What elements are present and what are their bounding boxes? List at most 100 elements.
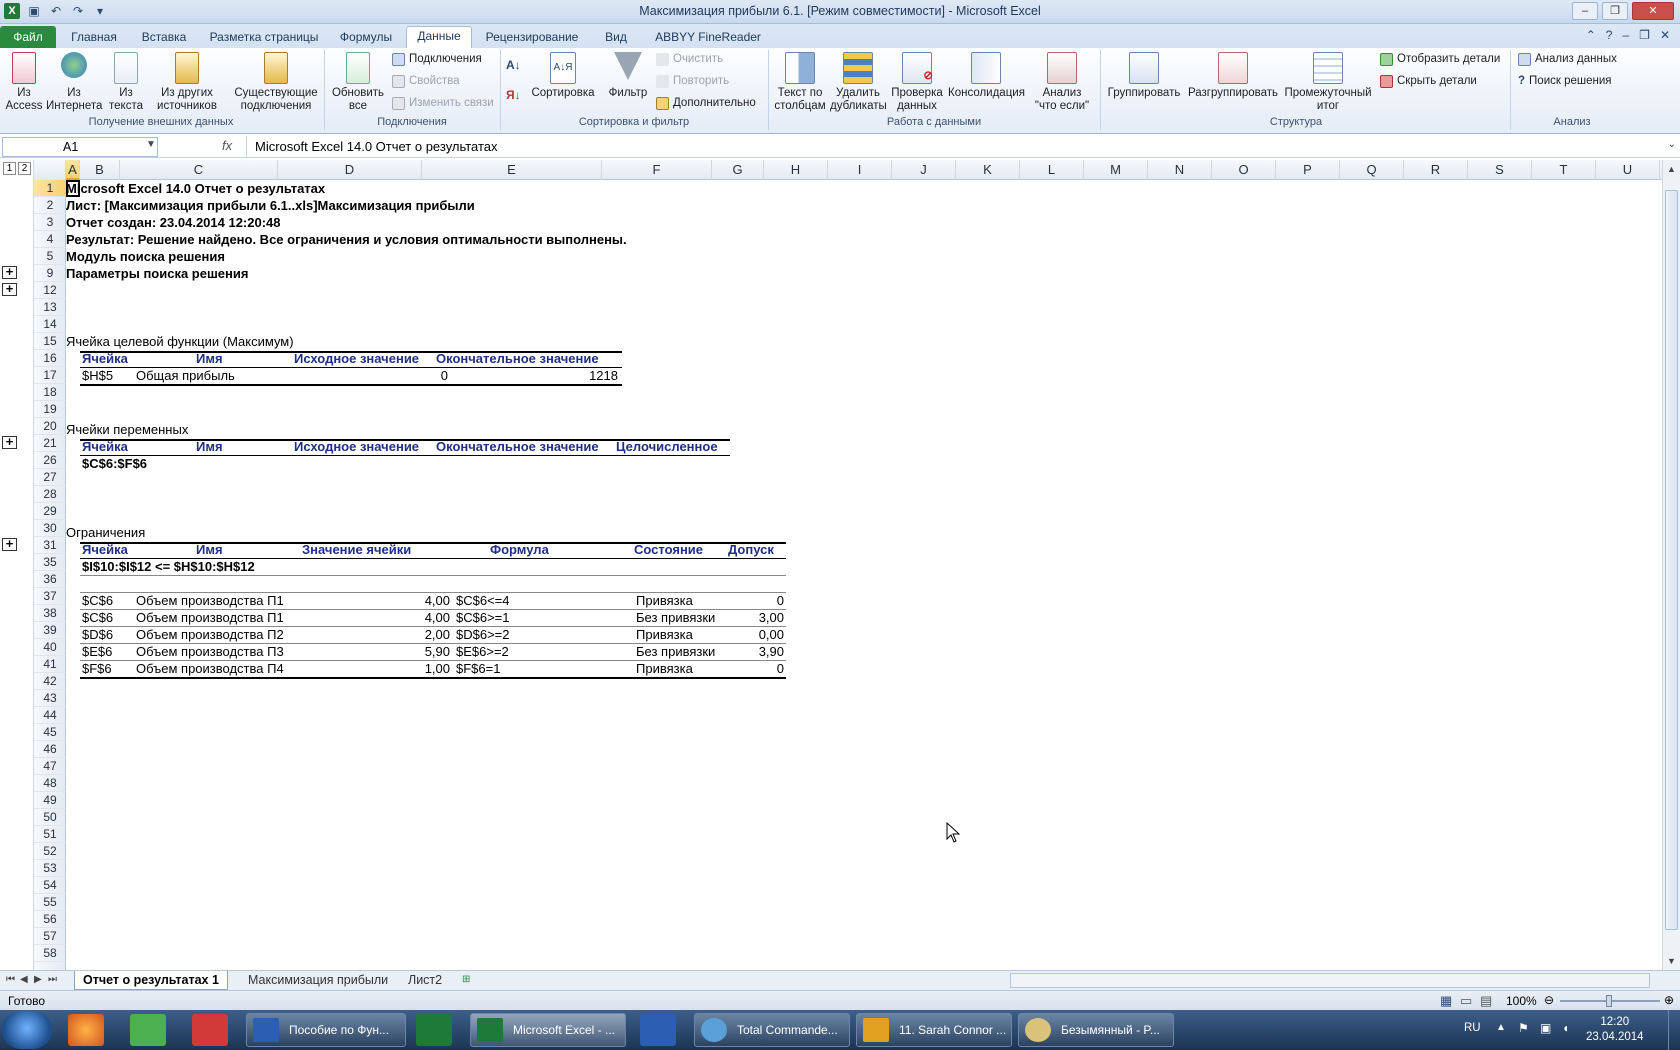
row-header[interactable]: 28: [34, 486, 66, 503]
expand-group-plus-icon[interactable]: +: [2, 282, 17, 296]
row-header[interactable]: 37: [34, 588, 66, 605]
outline-level-2-button[interactable]: 2: [18, 162, 31, 175]
solver-button[interactable]: ? Поиск решения: [1518, 72, 1612, 90]
column-header[interactable]: K: [956, 160, 1020, 180]
column-header[interactable]: D: [278, 160, 422, 180]
start-button-icon[interactable]: [2, 1011, 52, 1049]
scroll-down-icon[interactable]: ▼: [1667, 956, 1676, 966]
sort-az-button[interactable]: А↓: [506, 56, 521, 74]
expand-group-plus-icon[interactable]: +: [2, 265, 17, 279]
column-header[interactable]: O: [1212, 160, 1276, 180]
taskbar-media-player[interactable]: 11. Sarah Connor ...: [856, 1013, 1012, 1047]
prev-sheet-icon[interactable]: ◀: [20, 974, 28, 985]
minimize-ribbon-icon[interactable]: ⌃: [1586, 28, 1596, 42]
advanced-filter-button[interactable]: Дополнительно: [656, 94, 756, 112]
row-header[interactable]: 38: [34, 605, 66, 622]
row-header[interactable]: 31: [34, 537, 66, 554]
row-header[interactable]: 17: [34, 367, 66, 384]
row-header[interactable]: 9: [34, 265, 66, 282]
taskbar-paint[interactable]: Безымянный - P...: [1018, 1013, 1174, 1047]
column-header[interactable]: A: [66, 160, 80, 180]
tray-clock[interactable]: 12:20 23.04.2014: [1586, 1015, 1644, 1045]
taskbar-excel[interactable]: Microsoft Excel - ...: [470, 1013, 626, 1047]
tab-abbyy[interactable]: ABBYY FineReader 11: [648, 28, 768, 63]
tab-review[interactable]: Рецензирование: [480, 28, 584, 48]
row-header[interactable]: 58: [34, 945, 66, 962]
column-header[interactable]: L: [1020, 160, 1084, 180]
ungroup-button[interactable]: Разгруппировать: [1186, 52, 1280, 100]
row-header[interactable]: 40: [34, 639, 66, 656]
what-if-button[interactable]: Анализ "что если": [1028, 52, 1096, 113]
restore-button[interactable]: ❐: [1602, 2, 1628, 20]
column-header[interactable]: F: [602, 160, 712, 180]
page-break-view-icon[interactable]: ▤: [1480, 993, 1492, 1009]
row-header[interactable]: 16: [34, 350, 66, 367]
tab-file[interactable]: Файл: [0, 26, 56, 48]
tab-data[interactable]: Данные: [406, 26, 472, 49]
from-other-sources-button[interactable]: Из других источников: [150, 52, 224, 113]
row-header[interactable]: 56: [34, 911, 66, 928]
row-header[interactable]: 36: [34, 571, 66, 588]
flag-icon[interactable]: ⚑: [1518, 1021, 1529, 1035]
sort-button[interactable]: А↓Я Сортировка: [528, 52, 598, 100]
row-header[interactable]: 35: [34, 554, 66, 571]
row-header[interactable]: 27: [34, 469, 66, 486]
expand-group-plus-icon[interactable]: +: [2, 537, 17, 551]
scroll-up-icon[interactable]: ▲: [1667, 164, 1676, 174]
zoom-in-icon[interactable]: ⊕: [1664, 993, 1674, 1007]
row-header[interactable]: 42: [34, 673, 66, 690]
first-sheet-icon[interactable]: ⏮: [6, 974, 15, 985]
row-header[interactable]: 51: [34, 826, 66, 843]
normal-view-icon[interactable]: ▦: [1440, 993, 1452, 1009]
expand-formula-icon[interactable]: ⌄: [1668, 139, 1676, 150]
network-icon[interactable]: ▣: [1540, 1021, 1551, 1035]
data-validation-button[interactable]: ⊘ Проверка данных: [888, 52, 946, 113]
sheet-tab-maximization[interactable]: Максимизация прибыли: [240, 971, 396, 990]
excel-pinned-icon[interactable]: [416, 1014, 452, 1046]
show-desktop-button[interactable]: [1668, 1010, 1680, 1050]
firefox-icon[interactable]: [68, 1014, 104, 1046]
close-button[interactable]: ✕: [1632, 2, 1674, 20]
row-header[interactable]: 48: [34, 775, 66, 792]
row-header[interactable]: 49: [34, 792, 66, 809]
row-header[interactable]: 21: [34, 435, 66, 452]
zoom-slider-thumb[interactable]: [1606, 995, 1612, 1007]
column-header[interactable]: I: [828, 160, 892, 180]
connections-button[interactable]: Подключения: [392, 50, 482, 68]
row-header[interactable]: 18: [34, 384, 66, 401]
row-header[interactable]: 46: [34, 741, 66, 758]
row-header[interactable]: 3: [34, 214, 66, 231]
row-header[interactable]: 54: [34, 877, 66, 894]
reapply-button[interactable]: Повторить: [656, 72, 729, 90]
row-header[interactable]: 1: [34, 180, 66, 197]
column-header[interactable]: N: [1148, 160, 1212, 180]
column-header[interactable]: S: [1468, 160, 1532, 180]
column-header[interactable]: Q: [1340, 160, 1404, 180]
column-header[interactable]: B: [80, 160, 120, 180]
row-header[interactable]: 55: [34, 894, 66, 911]
horizontal-scrollbar[interactable]: [1010, 973, 1650, 988]
show-detail-button[interactable]: Отобразить детали: [1380, 50, 1500, 68]
row-header[interactable]: 52: [34, 843, 66, 860]
expand-group-plus-icon[interactable]: +: [2, 435, 17, 449]
clear-filter-button[interactable]: Очистить: [656, 50, 723, 68]
row-header[interactable]: 43: [34, 690, 66, 707]
camera-app-icon[interactable]: [192, 1014, 228, 1046]
volume-icon[interactable]: ◖: [1562, 1021, 1569, 1035]
column-header[interactable]: H: [764, 160, 828, 180]
help-icon[interactable]: ?: [1606, 28, 1613, 42]
row-header[interactable]: 45: [34, 724, 66, 741]
subtotal-button[interactable]: Промежуточный итог: [1282, 52, 1374, 113]
row-header[interactable]: 41: [34, 656, 66, 673]
from-text-button[interactable]: Из текста: [104, 52, 148, 113]
name-box[interactable]: A1: [2, 137, 158, 157]
row-header[interactable]: 53: [34, 860, 66, 877]
column-header[interactable]: J: [892, 160, 956, 180]
outline-level-1-button[interactable]: 1: [3, 162, 16, 175]
row-header[interactable]: 5: [34, 248, 66, 265]
tray-expand-icon[interactable]: ▲: [1496, 1022, 1506, 1033]
insert-sheet-icon[interactable]: ⊞: [462, 974, 470, 985]
column-header[interactable]: E: [422, 160, 602, 180]
consolidate-button[interactable]: Консолидация: [948, 52, 1025, 100]
tab-formulas[interactable]: Формулы: [334, 28, 398, 48]
